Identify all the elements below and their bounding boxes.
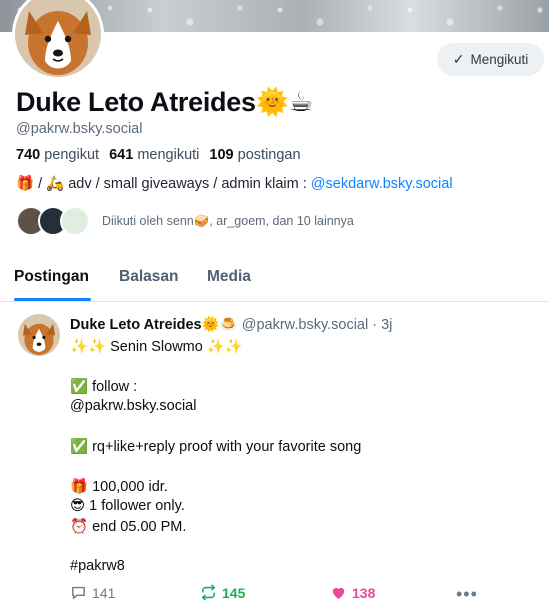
following-count: 641: [109, 147, 134, 163]
profile-tabs: Postingan Balasan Media: [0, 255, 549, 302]
reply-icon: [72, 586, 85, 599]
post-line-winners: 😎 1 follower only.: [70, 498, 185, 514]
more-icon: •••: [456, 584, 478, 604]
profile-name: Duke Leto Atreides🌞☕: [16, 87, 313, 117]
post-line-end: ⏰ end 05.00 PM.: [70, 519, 187, 535]
post-actions: 141 145 138 •••: [70, 584, 540, 606]
post-author-avatar[interactable]: [18, 314, 60, 356]
like-count: 138: [352, 584, 376, 601]
post-line-follow: ✅ follow :: [70, 379, 138, 395]
followed-by-text: Diikuti oleh senn🥪, ar_goem, dan 10 lain…: [102, 213, 354, 228]
following-label: mengikuti: [137, 147, 200, 163]
profile-stats: 740 pengikut 641 mengikuti 109 postingan: [16, 147, 301, 163]
check-icon: ✓: [452, 51, 465, 67]
posts-label: postingan: [237, 147, 301, 163]
post-mention-link[interactable]: @pakrw.bsky.social: [70, 398, 196, 414]
followed-by-row[interactable]: Diikuti oleh senn🥪, ar_goem, dan 10 lain…: [16, 205, 354, 237]
tab-posts[interactable]: Postingan: [14, 268, 89, 286]
like-button[interactable]: 138: [330, 584, 375, 601]
post-line-rq: ✅ rq+like+reply proof with your favorite…: [70, 439, 362, 455]
repost-count: 145: [222, 584, 246, 601]
profile-handle: @pakrw.bsky.social: [16, 121, 143, 137]
profile-avatar[interactable]: [12, 0, 104, 80]
followers-stat[interactable]: 740 pengikut: [16, 147, 99, 163]
more-options-button[interactable]: •••: [456, 584, 478, 605]
post-item[interactable]: Duke Leto Atreides🌞🍮 @pakrw.bsky.social …: [0, 302, 549, 613]
dog-avatar-image: [18, 314, 60, 356]
posts-stat: 109 postingan: [209, 147, 300, 163]
heart-icon: [332, 587, 345, 599]
tab-media[interactable]: Media: [207, 268, 251, 286]
dog-avatar-image: [15, 0, 101, 77]
post-meta[interactable]: @pakrw.bsky.social · 3j: [242, 317, 393, 333]
post-author-name[interactable]: Duke Leto Atreides🌞🍮: [70, 317, 238, 333]
followers-label: pengikut: [44, 147, 100, 163]
bio-text: 🎁 / 🛵 adv / small giveaways / admin klai…: [16, 176, 311, 192]
reply-count: 141: [92, 584, 116, 601]
active-tab-indicator: [14, 298, 91, 301]
profile-bio: 🎁 / 🛵 adv / small giveaways / admin klai…: [16, 175, 453, 192]
post-hashtag-link[interactable]: #pakrw8: [70, 558, 125, 574]
repost-icon: [202, 584, 215, 601]
posts-count: 109: [209, 147, 234, 163]
bio-mention-link[interactable]: @sekdarw.bsky.social: [311, 176, 453, 192]
tab-replies[interactable]: Balasan: [119, 268, 178, 286]
reply-button[interactable]: 141: [70, 584, 115, 601]
following-button-label: Mengikuti: [470, 52, 529, 67]
follower-avatar-3: [60, 206, 90, 236]
followers-count: 740: [16, 147, 41, 163]
repost-button[interactable]: 145: [200, 584, 245, 601]
following-stat[interactable]: 641 mengikuti: [109, 147, 199, 163]
following-button[interactable]: ✓ Mengikuti: [437, 43, 544, 76]
post-line-prize: 🎁 100,000 idr.: [70, 479, 168, 495]
post-line-title: ✨✨ Senin Slowmo ✨✨: [70, 339, 243, 355]
post-header: Duke Leto Atreides🌞🍮 @pakrw.bsky.social …: [70, 316, 392, 333]
